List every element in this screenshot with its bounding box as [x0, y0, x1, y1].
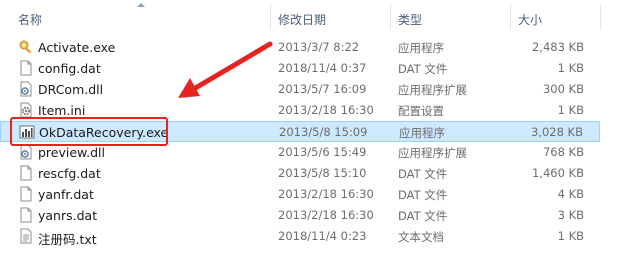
file-name: Activate.exe	[38, 40, 116, 55]
file-row[interactable]: rescfg.dat 2013/5/8 15:10 DAT 文件 1,460 K…	[0, 163, 600, 184]
file-row[interactable]: DRCom.dll 2013/5/7 16:09 应用程序扩展 300 KB	[0, 79, 600, 100]
file-size: 4 KB	[557, 187, 584, 201]
file-date: 2013/3/7 8:22	[278, 40, 360, 54]
file-type: DAT 文件	[398, 167, 448, 181]
app-key-icon	[19, 40, 32, 54]
column-divider[interactable]	[510, 4, 511, 30]
file-type: DAT 文件	[398, 188, 448, 202]
file-name: rescfg.dat	[38, 166, 101, 181]
file-name: config.dat	[38, 61, 101, 76]
file-date: 2013/5/7 16:09	[278, 82, 367, 96]
column-divider[interactable]	[270, 4, 271, 30]
file-date: 2013/5/8 15:10	[278, 166, 367, 180]
file-date: 2013/2/18 16:30	[278, 208, 374, 222]
file-type: 应用程序	[398, 41, 444, 55]
file-name: Item.ini	[38, 103, 86, 118]
file-date: 2013/5/6 15:49	[278, 145, 367, 159]
file-row[interactable]: yanrs.dat 2013/2/18 16:30 DAT 文件 3 KB	[0, 205, 600, 226]
file-size: 2,483 KB	[531, 40, 584, 54]
file-type: DAT 文件	[398, 209, 448, 223]
file-name: yanrs.dat	[38, 208, 98, 223]
file-type: 应用程序	[399, 126, 445, 140]
column-header-date[interactable]: 修改日期	[278, 11, 326, 28]
file-name: yanfr.dat	[38, 187, 94, 202]
file-size: 300 KB	[542, 82, 584, 96]
file-size: 1,460 KB	[531, 166, 584, 180]
file-size: 1 KB	[557, 103, 584, 117]
annotation-highlight-box	[10, 117, 168, 146]
column-header-type[interactable]: 类型	[398, 11, 422, 28]
file-row[interactable]: 注册码.txt 2018/11/4 0:23 文本文档 1 KB	[0, 226, 600, 247]
file-size: 3,028 KB	[530, 125, 583, 139]
column-header-bar: 名称 修改日期 类型 大小	[0, 0, 621, 34]
file-type: 配置设置	[398, 104, 444, 118]
file-date: 2013/5/8 15:09	[279, 125, 368, 139]
file-date: 2013/2/18 16:30	[278, 187, 374, 201]
file-row[interactable]: config.dat 2018/11/4 0:37 DAT 文件 1 KB	[0, 58, 600, 79]
file-row[interactable]: Activate.exe 2013/3/7 8:22 应用程序 2,483 KB	[0, 37, 600, 58]
file-date: 2018/11/4 0:37	[278, 61, 367, 75]
column-header-name[interactable]: 名称	[18, 11, 42, 28]
column-divider[interactable]	[600, 4, 601, 30]
column-divider[interactable]	[390, 4, 391, 30]
dll-file-icon	[20, 144, 32, 160]
blank-file-icon	[20, 165, 32, 181]
file-type: 应用程序扩展	[398, 146, 467, 160]
file-row[interactable]: yanfr.dat 2013/2/18 16:30 DAT 文件 4 KB	[0, 184, 600, 205]
column-header-size[interactable]: 大小	[518, 11, 542, 28]
file-size: 768 KB	[542, 145, 584, 159]
file-size: 1 KB	[557, 229, 584, 243]
file-size: 1 KB	[557, 61, 584, 75]
blank-file-icon	[20, 207, 32, 223]
settings-file-icon	[20, 102, 32, 118]
file-name: preview.dll	[38, 145, 105, 160]
file-date: 2013/2/18 16:30	[278, 103, 374, 117]
file-type: 文本文档	[398, 230, 444, 244]
dll-file-icon	[20, 81, 32, 97]
file-name: DRCom.dll	[38, 82, 104, 97]
file-date: 2018/11/4 0:23	[278, 229, 367, 243]
file-size: 3 KB	[557, 208, 584, 222]
file-name: 注册码.txt	[38, 232, 97, 247]
text-file-icon	[20, 228, 32, 244]
file-type: DAT 文件	[398, 62, 448, 76]
file-type: 应用程序扩展	[398, 83, 467, 97]
blank-file-icon	[20, 186, 32, 202]
annotation-arrow-icon	[178, 41, 273, 98]
blank-file-icon	[20, 60, 32, 76]
sort-ascending-icon	[137, 3, 145, 7]
